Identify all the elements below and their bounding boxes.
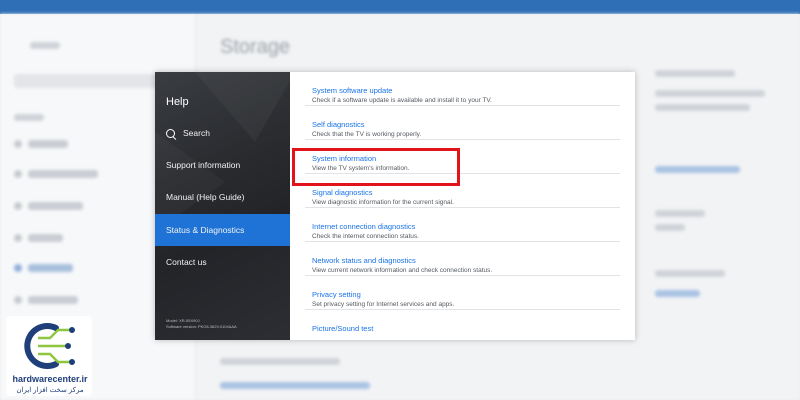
help-title: Help [166,96,189,108]
entry-title: Self diagnostics [312,120,365,129]
list-item-self-diagnostics[interactable]: Self diagnostics Check that the TV is wo… [290,106,635,140]
menu-item-search[interactable]: Search [155,117,290,149]
menu-item-contact-us[interactable]: Contact us [155,246,290,278]
model-info: Model: XR-55X90J Software version: PKG6.… [166,318,237,330]
logo-brand-text: hardwarecenter.ir [12,374,88,384]
entry-description: Check that the TV is working properly. [312,131,422,138]
background-page-title: Storage [220,36,291,58]
menu-item-label: Status & Diagnostics [166,225,245,235]
entry-description: Check if a software update is available … [312,97,492,104]
entry-description: View diagnostic information for the curr… [312,199,454,206]
menu-item-label: Manual (Help Guide) [166,192,245,202]
list-item-internet-connection-diagnostics[interactable]: Internet connection diagnostics Check th… [290,208,635,242]
diagnostics-list: System software update Check if a softwa… [290,72,635,340]
logo-subtitle: مرکز سخت افزار ایران [16,387,84,394]
entry-title: Picture/Sound test [312,324,374,333]
entry-title: Network status and diagnostics [312,256,416,265]
list-item-privacy-setting[interactable]: Privacy setting Set privacy setting for … [290,276,635,310]
background-top-bar [0,0,800,14]
entry-description: Set privacy setting for Internet service… [312,301,455,308]
menu-item-label: Search [183,128,210,138]
entry-title: Privacy setting [312,290,361,299]
menu-item-status-diagnostics[interactable]: Status & Diagnostics [155,214,290,246]
list-item-picture-sound-test[interactable]: Picture/Sound test [290,310,635,340]
search-icon [166,128,175,138]
menu-item-manual[interactable]: Manual (Help Guide) [155,181,290,213]
help-side-panel: Help Search Support information Manual (… [155,72,295,340]
tv-help-window: Help Search Support information Manual (… [155,72,635,340]
entry-description: Check the internet connection status. [312,233,419,240]
entry-description: View current network information and che… [312,267,493,274]
menu-item-support-information[interactable]: Support information [155,149,290,181]
highlight-box [292,148,460,186]
menu-item-label: Contact us [166,257,207,267]
entry-title: System software update [312,86,393,95]
entry-title: Internet connection diagnostics [312,222,416,231]
software-version-line: Software version: PKG6.3629.0104AAA [166,324,237,329]
list-item-network-status[interactable]: Network status and diagnostics View curr… [290,242,635,276]
circuit-c-icon [24,323,75,369]
menu-item-label: Support information [166,160,241,170]
hardwarecenter-logo: hardwarecenter.ir مرکز سخت افزار ایران [6,316,92,396]
entry-title: Signal diagnostics [312,188,373,197]
list-item-system-software-update[interactable]: System software update Check if a softwa… [290,72,635,106]
